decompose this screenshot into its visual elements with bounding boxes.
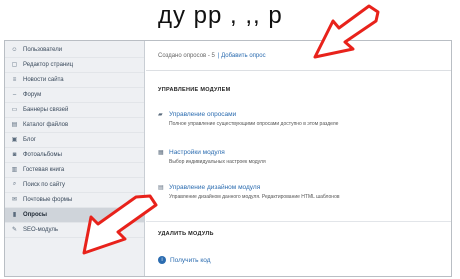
sidebar-item-label: Гостевая книга: [23, 166, 65, 173]
photo-icon: ◙: [12, 151, 17, 158]
sidebar-item-search[interactable]: ⌕ Поиск по сайту: [5, 178, 144, 193]
module-design-link[interactable]: Управление дизайном модуля: [169, 184, 260, 191]
admin-window: ☺ Пользователи ▢ Редактор страниц ≡ Новости…: [4, 40, 452, 277]
banner-icon: ▭: [11, 107, 18, 114]
divider: [146, 221, 451, 222]
book-icon: ▥: [11, 167, 18, 174]
folder-icon: ▤: [11, 122, 18, 129]
sidebar-item-label: Почтовые формы: [23, 196, 73, 203]
poll-count: Создано опросов - 5: [158, 52, 215, 59]
sidebar-item-label: Форум: [23, 91, 42, 98]
forum-icon: –: [12, 91, 17, 98]
info-icon: i: [158, 256, 166, 264]
sidebar-item-photos[interactable]: ◙ Фотоальбомы: [5, 148, 144, 163]
add-poll-link[interactable]: | Добавить опрос: [218, 53, 266, 59]
settings-icon: ▦: [158, 150, 164, 156]
sidebar-item-label: Редактор страниц: [23, 61, 74, 68]
list-icon: ▰: [158, 112, 163, 118]
search-icon: ⌕: [12, 181, 17, 188]
sidebar-item-label: Фотоальбомы: [23, 151, 62, 158]
sidebar-item-forum[interactable]: – Форум: [5, 88, 144, 103]
sidebar-item-blog[interactable]: ▣ Блог: [5, 133, 144, 148]
sidebar-item-label: Опросы: [23, 211, 48, 218]
module-settings-link[interactable]: Настройки модуля: [169, 149, 225, 156]
sidebar-item-guestbook[interactable]: ▥ Гостевая книга: [5, 163, 144, 178]
get-code-link[interactable]: i Получить код: [158, 256, 211, 264]
sidebar-item-label: Блог: [23, 136, 36, 143]
arrow-to-polls: [82, 194, 158, 255]
sidebar-item-files[interactable]: ▤ Каталог файлов: [5, 118, 144, 133]
entry-module-design: ▤ Управление дизайном модуля Управление д…: [158, 184, 448, 200]
sidebar-item-label: Пользователи: [23, 46, 63, 53]
page-icon: ▢: [11, 62, 18, 69]
caption-text: ду рр , ,, р: [158, 2, 283, 29]
mail-icon: ✉: [11, 197, 18, 204]
module-settings-desc: Выбор индивидуальных настроек модуля: [169, 159, 266, 165]
manage-polls-link[interactable]: Управление опросами: [169, 111, 236, 118]
user-icon: ☺: [11, 46, 18, 53]
design-icon: ▤: [158, 185, 164, 191]
sidebar-item-label: Новости сайта: [23, 76, 64, 83]
sidebar-item-users[interactable]: ☺ Пользователи: [5, 43, 144, 58]
arrow-to-add-poll: [313, 4, 380, 59]
sidebar-item-news[interactable]: ≡ Новости сайта: [5, 73, 144, 88]
manage-section-title: УПРАВЛЕНИЕ МОДУЛЕМ: [158, 87, 231, 93]
sidebar-item-label: SEO-модуль: [23, 226, 58, 233]
sidebar-item-label: Каталог файлов: [23, 121, 69, 128]
sidebar-item-label: Поиск по сайту: [23, 181, 66, 188]
topbar: Создано опросов - 5 | Добавить опрос: [146, 41, 451, 71]
sidebar-item-label: Баннеры связей: [23, 106, 69, 113]
module-design-desc: Управление дизайном данного модуля. Реда…: [169, 194, 340, 200]
manage-polls-desc: Полное управление существующими опросами…: [169, 121, 339, 127]
seo-icon: ✎: [11, 227, 18, 234]
entry-manage-polls: ▰ Управление опросами Полное управление с…: [158, 111, 448, 127]
remove-section-title: УДАЛИТЬ МОДУЛЬ: [158, 231, 214, 237]
poll-icon: ▮: [12, 212, 17, 219]
news-icon: ≡: [12, 76, 17, 83]
sidebar-item-banners[interactable]: ▭ Баннеры связей: [5, 103, 144, 118]
sidebar-item-pages[interactable]: ▢ Редактор страниц: [5, 58, 144, 73]
get-code-label: Получить код: [170, 256, 211, 264]
caption-banner: ду рр , ,, р: [0, 0, 460, 40]
entry-module-settings: ▦ Настройки модуля Выбор индивидуальных н…: [158, 149, 448, 165]
main-panel: Создано опросов - 5 | Добавить опрос УПР…: [146, 41, 451, 276]
blog-icon: ▣: [11, 137, 18, 144]
